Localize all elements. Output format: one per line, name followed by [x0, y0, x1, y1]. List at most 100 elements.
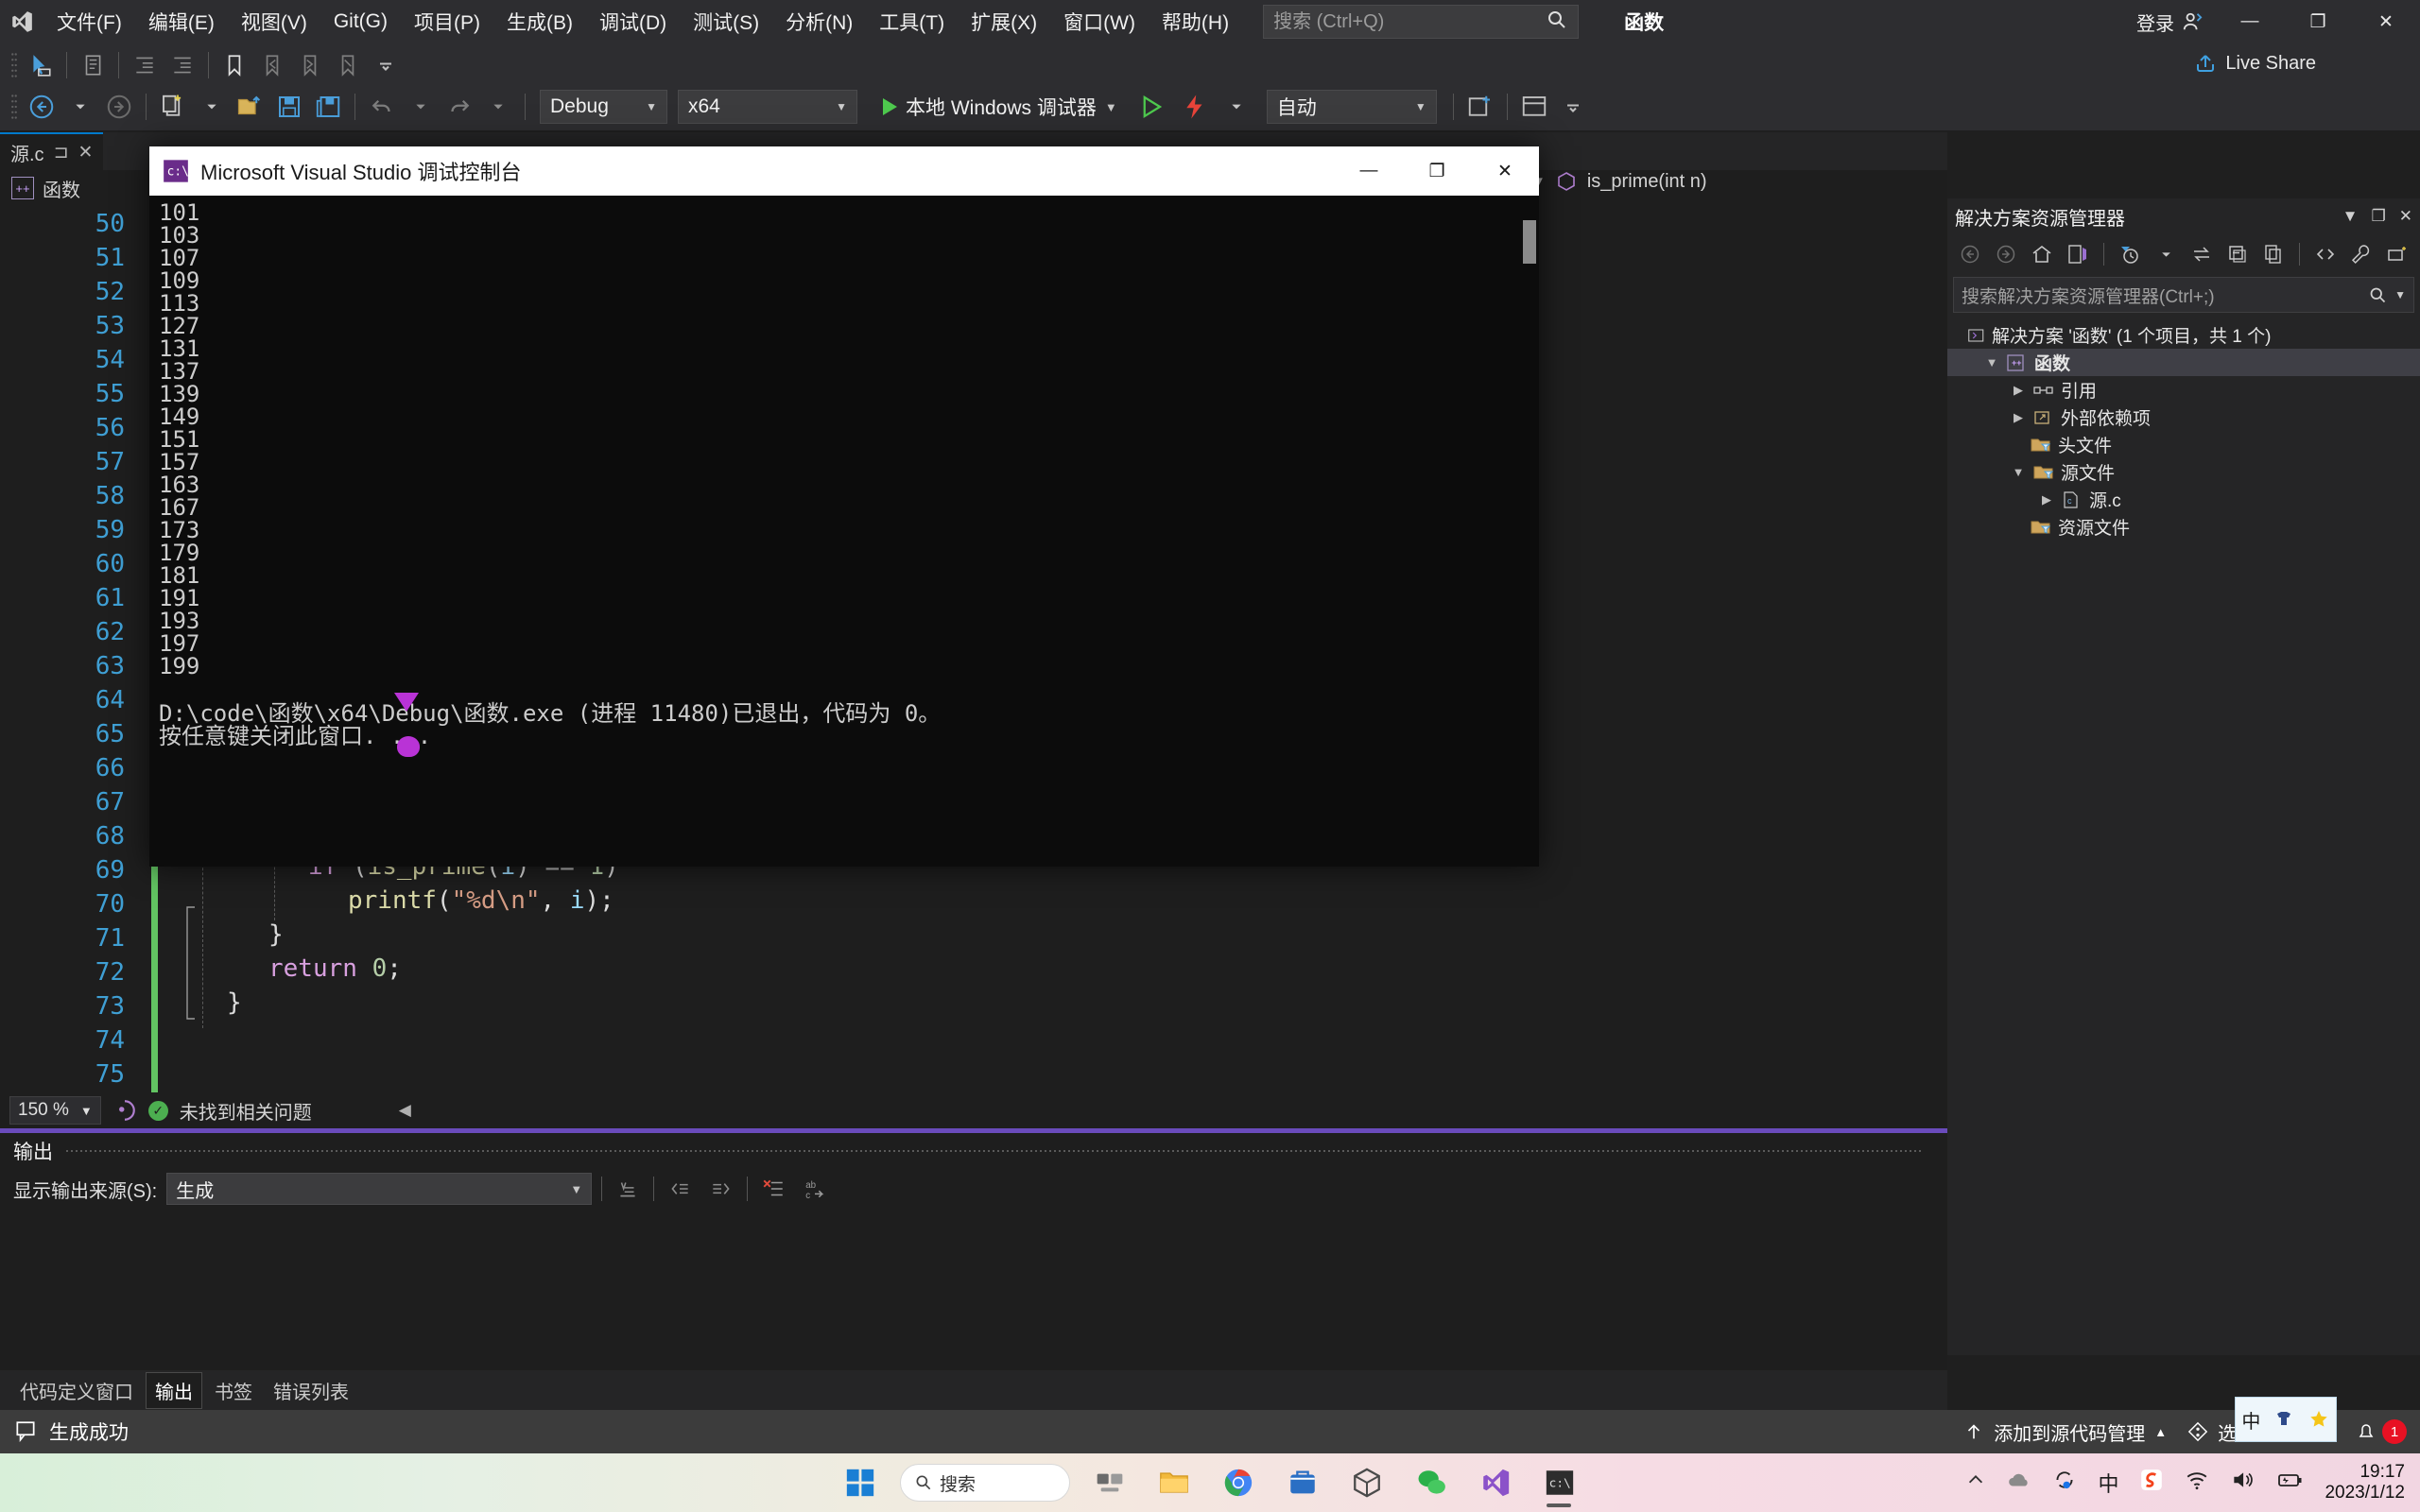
output-source-combo[interactable]: 生成 ▼ — [166, 1173, 593, 1205]
solution-explorer-search[interactable]: 搜索解决方案资源管理器(Ctrl+;) ▼ — [1953, 277, 2414, 313]
tree-root-solution[interactable]: 解决方案 '函数' (1 个项目，共 1 个) — [1947, 321, 2420, 349]
zoom-level-combo[interactable]: 150 % ▼ — [9, 1096, 101, 1125]
menu-debug[interactable]: 调试(D) — [586, 0, 680, 43]
console-close-button[interactable]: ✕ — [1471, 146, 1539, 196]
chevron-collapsed-icon[interactable]: ▶ — [2038, 492, 2055, 507]
navigate-forward-icon[interactable] — [101, 89, 137, 125]
onedrive-icon[interactable] — [2007, 1468, 2031, 1498]
wechat-icon[interactable] — [1407, 1458, 1456, 1507]
tree-item-source-files[interactable]: ▼ 源文件 — [1947, 458, 2420, 486]
go-to-next-message-icon[interactable] — [705, 1173, 737, 1205]
start-debugging-button[interactable]: 本地 Windows 调试器 ▼ — [873, 88, 1127, 126]
toolbar-overflow-icon[interactable] — [1555, 89, 1591, 125]
tree-item-source-c[interactable]: ▶ c 源.c — [1947, 486, 2420, 513]
toolbar-overflow-icon[interactable] — [368, 47, 404, 83]
battery-charging-icon[interactable] — [2275, 1468, 2304, 1498]
previous-bookmark-icon[interactable] — [254, 47, 290, 83]
box-app-icon[interactable] — [1342, 1458, 1392, 1507]
file-explorer-icon[interactable] — [1150, 1458, 1199, 1507]
start-without-debugging-icon[interactable] — [1130, 89, 1171, 125]
solution-explorer-icon[interactable] — [2063, 238, 2093, 270]
scroll-left-icon[interactable]: ◀ — [399, 1101, 411, 1120]
open-file-icon[interactable] — [233, 89, 268, 125]
pending-changes-dropdown-icon[interactable] — [2151, 238, 2181, 270]
console-window-icon[interactable]: c:\ — [1535, 1458, 1584, 1507]
menu-view[interactable]: 视图(V) — [228, 0, 320, 43]
clear-bookmarks-icon[interactable] — [330, 47, 366, 83]
toggle-word-wrap-icon[interactable]: ab c — [799, 1173, 831, 1205]
tab-output[interactable]: 输出 — [146, 1371, 202, 1409]
back-icon[interactable] — [1955, 238, 1985, 270]
solution-tree[interactable]: 解决方案 '函数' (1 个项目，共 1 个) ▼ ++ 函数 ▶ 引用 ▶ 外… — [1947, 316, 2420, 541]
code-coverage-icon[interactable] — [1462, 89, 1498, 125]
chevron-collapsed-icon[interactable]: ▶ — [2010, 410, 2027, 425]
ime-skin-icon[interactable] — [2273, 1408, 2295, 1431]
solution-configuration-combo[interactable]: Debug ▼ — [540, 90, 667, 124]
console-scrollbar-thumb[interactable] — [1523, 220, 1536, 264]
pin-tab-icon[interactable]: ⊐ — [54, 142, 69, 163]
save-file-icon[interactable] — [271, 89, 307, 125]
menu-tools[interactable]: 工具(T) — [866, 0, 958, 43]
output-panel-content[interactable] — [0, 1209, 1947, 1341]
tab-error-list[interactable]: 错误列表 — [265, 1373, 357, 1408]
collapse-all-icon[interactable] — [2222, 238, 2253, 270]
forward-icon[interactable] — [1991, 238, 2021, 270]
hot-reload-icon[interactable] — [1174, 89, 1216, 125]
menu-project[interactable]: 项目(P) — [401, 0, 493, 43]
close-tab-icon[interactable]: ✕ — [78, 142, 93, 163]
properties-icon[interactable] — [2346, 238, 2377, 270]
redo-dropdown-icon[interactable] — [480, 89, 516, 125]
pending-changes-icon[interactable] — [2115, 238, 2145, 270]
tree-item-references[interactable]: ▶ 引用 — [1947, 376, 2420, 404]
process-combo[interactable]: 自动 ▼ — [1266, 90, 1437, 124]
quick-search-box[interactable] — [1263, 5, 1580, 39]
editor-tab-source-c[interactable]: 源.c ⊐ ✕ — [0, 132, 104, 170]
tree-item-project[interactable]: ▼ ++ 函数 — [1947, 349, 2420, 376]
drag-handle-dots[interactable] — [66, 1150, 1921, 1152]
menu-analyze[interactable]: 分析(N) — [772, 0, 866, 43]
chevron-collapsed-icon[interactable]: ▶ — [2010, 383, 2027, 398]
preview-selected-items-icon[interactable] — [2382, 238, 2412, 270]
next-bookmark-icon[interactable] — [292, 47, 328, 83]
taskbar-clock[interactable]: 19:17 2023/1/12 — [2325, 1462, 2405, 1504]
comment-lines-icon[interactable] — [75, 47, 111, 83]
tab-bookmarks[interactable]: 书签 — [206, 1373, 261, 1408]
toolbar-grip-icon[interactable] — [8, 51, 21, 79]
maximize-button[interactable]: ❐ — [2284, 0, 2352, 43]
show-hidden-icons-icon[interactable] — [1965, 1469, 1986, 1496]
solution-platform-combo[interactable]: x64 ▼ — [678, 90, 857, 124]
increase-indent-icon[interactable] — [164, 47, 200, 83]
tab-code-definition-window[interactable]: 代码定义窗口 — [11, 1373, 142, 1408]
menu-test[interactable]: 测试(S) — [680, 0, 772, 43]
search-input[interactable] — [1273, 10, 1539, 33]
find-message-icon[interactable] — [612, 1173, 644, 1205]
decrease-indent-icon[interactable] — [127, 47, 163, 83]
breadcrumb-symbol[interactable]: is_prime(int n) — [1587, 171, 1707, 193]
redo-icon[interactable] — [441, 89, 477, 125]
menu-build[interactable]: 生成(B) — [493, 0, 586, 43]
breadcrumb-project[interactable]: 函数 — [43, 175, 80, 202]
chevron-down-icon[interactable]: ▼ — [2394, 288, 2406, 301]
hot-reload-dropdown-icon[interactable] — [1219, 89, 1254, 125]
add-to-source-control-button[interactable]: 添加到源代码管理 ▲ — [1963, 1418, 2167, 1446]
navigate-backward-dropdown-icon[interactable] — [62, 89, 98, 125]
console-minimize-button[interactable]: — — [1335, 146, 1403, 196]
sogou-input-icon[interactable] — [2139, 1468, 2164, 1498]
new-project-icon[interactable] — [155, 89, 191, 125]
wifi-icon[interactable] — [2185, 1468, 2209, 1498]
visual-studio-icon[interactable] — [1471, 1458, 1520, 1507]
sync-icon[interactable] — [2052, 1468, 2077, 1498]
menu-edit[interactable]: 编辑(E) — [135, 0, 228, 43]
ime-mode-label[interactable]: 中 — [2241, 1406, 2260, 1434]
menu-git[interactable]: Git(G) — [320, 0, 401, 43]
sign-in-button[interactable]: 登录 — [2123, 9, 2216, 36]
live-share-button[interactable]: Live Share — [2194, 52, 2316, 75]
go-to-previous-message-icon[interactable] — [664, 1173, 696, 1205]
menu-file[interactable]: 文件(F) — [43, 0, 135, 43]
chevron-expanded-icon[interactable]: ▼ — [2010, 465, 2027, 479]
tree-item-header-files[interactable]: 头文件 — [1947, 431, 2420, 458]
show-all-files-icon[interactable] — [2258, 238, 2289, 270]
panel-maximize-icon[interactable]: ❐ — [2372, 207, 2386, 226]
chrome-icon[interactable] — [1214, 1458, 1263, 1507]
view-code-icon[interactable] — [2310, 238, 2341, 270]
